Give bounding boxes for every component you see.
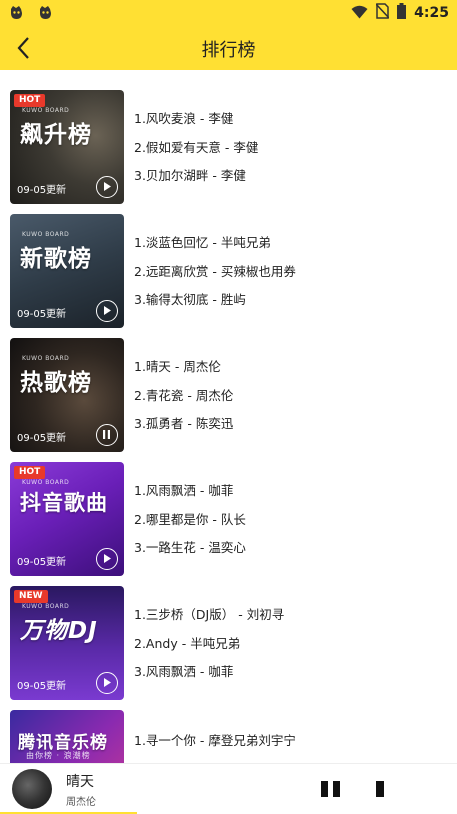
ranking-card-tencent[interactable]: 腾讯音乐榜 由你榜 · 浪潮榜 1.寻一个你 - 摩登兄弟刘宇宁 xyxy=(10,710,447,763)
play-icon xyxy=(104,182,111,191)
status-bar: 4:25 xyxy=(0,0,457,26)
update-date: 09-05更新 xyxy=(17,309,67,320)
status-time: 4:25 xyxy=(414,5,449,21)
ranking-card-hot-songs[interactable]: KUWO BOARD 热歌榜 09-05更新 1.晴天 - 周杰伦 2.青花瓷 … xyxy=(10,338,447,452)
playlist-icon xyxy=(376,781,384,797)
song-entry: 3.贝加尔湖畔 - 李健 xyxy=(134,168,246,183)
ranking-subtitle: 由你榜 · 浪潮榜 xyxy=(26,751,91,760)
next-button[interactable] xyxy=(373,780,387,798)
new-badge: NEW xyxy=(14,590,48,603)
update-date: 09-05更新 xyxy=(17,681,67,692)
board-tag: KUWO BOARD xyxy=(22,107,70,114)
pause-icon xyxy=(321,781,340,797)
pause-button[interactable] xyxy=(96,424,118,446)
board-tag: KUWO BOARD xyxy=(22,355,70,362)
ranking-card-dj[interactable]: NEW KUWO BOARD 万物DJ 09-05更新 1.三步桥（DJ版） -… xyxy=(10,586,447,700)
mini-player[interactable]: 晴天 周杰伦 xyxy=(0,763,457,814)
play-button[interactable] xyxy=(96,548,118,570)
play-button[interactable] xyxy=(96,300,118,322)
board-tag: KUWO BOARD xyxy=(22,231,70,238)
update-date: 09-05更新 xyxy=(17,433,67,444)
ranking-cover: NEW KUWO BOARD 万物DJ 09-05更新 xyxy=(10,586,124,700)
board-tag: KUWO BOARD xyxy=(22,603,70,610)
song-entry: 1.淡蓝色回忆 - 半吨兄弟 xyxy=(134,235,271,250)
no-sim-icon xyxy=(375,3,390,23)
ranking-name: 抖音歌曲 xyxy=(20,491,108,515)
play-button[interactable] xyxy=(96,176,118,198)
album-art xyxy=(12,769,52,809)
ranking-cover: HOT KUWO BOARD 抖音歌曲 09-05更新 xyxy=(10,462,124,576)
song-entry: 2.哪里都是你 - 队长 xyxy=(134,511,246,527)
play-icon xyxy=(104,306,111,315)
page-title: 排行榜 xyxy=(201,40,256,61)
app-notification-icon xyxy=(8,4,25,21)
ranking-cover: KUWO BOARD 热歌榜 09-05更新 xyxy=(10,338,124,452)
song-entry: 3.孤勇者 - 陈奕迅 xyxy=(134,416,234,431)
ranking-cover: HOT KUWO BOARD 飙升榜 09-05更新 xyxy=(10,90,124,204)
wifi-icon xyxy=(351,4,368,23)
now-playing-artist: 周杰伦 xyxy=(66,797,96,808)
ranking-card-new-songs[interactable]: KUWO BOARD 新歌榜 09-05更新 1.淡蓝色回忆 - 半吨兄弟 2.… xyxy=(10,214,447,328)
play-icon xyxy=(104,678,111,687)
song-entry: 1.风吹麦浪 - 李健 xyxy=(134,111,234,126)
nav-bar: 排行榜 xyxy=(0,26,457,70)
ranking-cover: KUWO BOARD 新歌榜 09-05更新 xyxy=(10,214,124,328)
song-entry: 2.青花瓷 - 周杰伦 xyxy=(134,387,234,403)
song-entry: 1.寻一个你 - 摩登兄弟刘宇宁 xyxy=(134,733,296,748)
ranking-name: 飙升榜 xyxy=(20,122,92,148)
song-entry: 2.假如爱有天意 - 李健 xyxy=(134,139,259,155)
song-entry: 1.晴天 - 周杰伦 xyxy=(134,359,221,374)
ranking-card-douyin[interactable]: HOT KUWO BOARD 抖音歌曲 09-05更新 1.风雨飘洒 - 咖菲 … xyxy=(10,462,447,576)
pause-icon xyxy=(103,430,110,439)
song-entry: 1.风雨飘洒 - 咖菲 xyxy=(134,483,234,498)
ranking-name: 万物DJ xyxy=(20,618,98,644)
ranking-name: 新歌榜 xyxy=(20,246,92,272)
song-entry: 3.风雨飘洒 - 咖菲 xyxy=(134,664,234,679)
hot-badge: HOT xyxy=(14,466,46,479)
song-entry: 1.三步桥（DJ版） - 刘初寻 xyxy=(134,607,285,622)
board-tag: KUWO BOARD xyxy=(22,479,70,486)
now-playing-title: 晴天 xyxy=(66,774,94,790)
play-button[interactable] xyxy=(96,672,118,694)
pause-button[interactable] xyxy=(320,780,342,798)
song-entry: 2.Andy - 半吨兄弟 xyxy=(134,635,241,651)
play-icon xyxy=(104,554,111,563)
song-entry: 2.远距离欣赏 - 买辣椒也用券 xyxy=(134,263,296,279)
song-entry: 3.一路生花 - 温奕心 xyxy=(134,540,246,555)
update-date: 09-05更新 xyxy=(17,185,67,196)
hot-badge: HOT xyxy=(14,94,46,107)
ranking-cover: 腾讯音乐榜 由你榜 · 浪潮榜 xyxy=(10,710,124,763)
ranking-card-soaring[interactable]: HOT KUWO BOARD 飙升榜 09-05更新 1.风吹麦浪 - 李健 2… xyxy=(10,90,447,204)
app-notification-icon xyxy=(37,4,54,21)
song-entry: 3.输得太彻底 - 胜屿 xyxy=(134,292,246,307)
ranking-name: 热歌榜 xyxy=(20,370,92,396)
battery-icon xyxy=(397,3,407,23)
update-date: 09-05更新 xyxy=(17,557,67,568)
